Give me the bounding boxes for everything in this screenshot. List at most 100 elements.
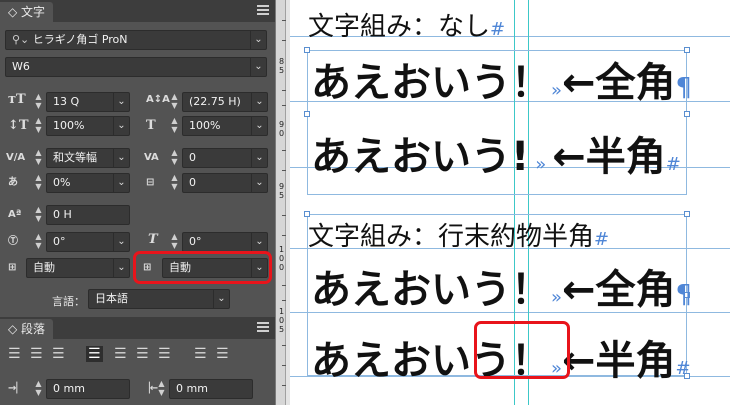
section2-heading: 文字組み：行末約物半角#	[308, 222, 610, 252]
frame-handle[interactable]	[304, 111, 310, 117]
chevron-down-icon[interactable]: ⌄	[213, 290, 229, 308]
chevron-down-icon[interactable]: ⌄	[251, 117, 267, 135]
grid-field[interactable]: 0 ⌄	[182, 173, 268, 193]
vertical-ruler: 8 5 9 0 9 5 1 0 0 1 0 5	[275, 0, 286, 405]
alignment-buttons: ☰ ☰ ☰ ☰ ☰ ☰ ☰ ☰ ☰	[8, 346, 268, 364]
aki-before-icon: ⊞	[8, 262, 17, 273]
s1-line1: あえおいう！»←全角¶	[311, 60, 693, 106]
grid-stepper[interactable]: ▲ ▼	[169, 173, 180, 193]
align-spine-icon[interactable]: ☰	[194, 346, 207, 362]
grid-icon: ⊟	[146, 177, 155, 188]
baseline-shift-stepper[interactable]: ▲ ▼	[33, 205, 44, 225]
font-family-dropdown[interactable]: ⚲⌄ ヒラギノ角ゴ ProN ⌄	[5, 30, 267, 50]
font-size-icon: ᴛT	[8, 92, 26, 107]
align-center-icon[interactable]: ☰	[30, 346, 43, 362]
tracking-field[interactable]: 0 ⌄	[182, 148, 268, 168]
size-field[interactable]: 13 Q ⌄	[46, 92, 130, 112]
leading-field[interactable]: (22.75 H) ⌄	[182, 92, 268, 112]
kerning-stepper[interactable]: ▲ ▼	[33, 148, 44, 168]
rotation-field[interactable]: 0° ⌄	[46, 232, 130, 252]
left-indent-icon: →▏	[8, 383, 25, 394]
rotation-stepper[interactable]: ▲ ▼	[33, 232, 44, 252]
right-indent-stepper[interactable]: ▲ ▼	[156, 379, 167, 399]
ruler-label: 1	[278, 307, 285, 316]
chevron-down-icon[interactable]: ⌄	[250, 31, 266, 49]
horizontal-scale-field[interactable]: 100% ⌄	[182, 116, 268, 136]
ruler-label: 0	[278, 316, 285, 325]
panel-menu-icon[interactable]	[257, 322, 269, 332]
ruler-label: 0	[278, 254, 285, 263]
chevron-down-icon[interactable]: ⌄	[250, 58, 266, 76]
ruler-label: 5	[278, 191, 285, 200]
chevron-down-icon[interactable]: ⌄	[113, 117, 129, 135]
character-panel: ◇ 文字 ⚲⌄ ヒラギノ角ゴ ProN ⌄ W6 ⌄ ᴛT ▲ ▼ 13 Q ⌄ …	[0, 0, 275, 405]
vertical-scale-icon: ↕T	[8, 118, 29, 133]
ruler-label: 0	[278, 129, 285, 138]
highlight-aki-after	[133, 251, 272, 284]
vertical-scale-stepper[interactable]: ▲ ▼	[33, 116, 44, 136]
language-dropdown[interactable]: 日本語 ⌄	[88, 289, 230, 309]
chevron-down-icon[interactable]: ⌄	[113, 149, 129, 167]
chevron-down-icon[interactable]: ⌄	[251, 174, 267, 192]
leading-icon: A↕A	[146, 94, 170, 105]
ruler-label: 5	[278, 325, 285, 334]
ruler-label: 9	[278, 182, 285, 191]
align-right-icon[interactable]: ☰	[52, 346, 65, 362]
baseline-shift-field[interactable]: 0 H	[46, 205, 130, 225]
tracking-stepper[interactable]: ▲ ▼	[169, 148, 180, 168]
font-style-dropdown[interactable]: W6 ⌄	[5, 57, 267, 77]
ruler-label: 0	[278, 263, 285, 272]
tsume-icon: あ	[8, 177, 18, 188]
size-stepper[interactable]: ▲ ▼	[33, 92, 44, 112]
ruler-label: 5	[278, 66, 285, 75]
paragraph-panel-tabbar: ◇ 段落	[0, 317, 275, 339]
chevron-down-icon[interactable]: ⌄	[251, 233, 267, 251]
ruler-label: 1	[278, 245, 285, 254]
section1-heading: 文字組み：なし#	[308, 12, 506, 42]
tab-paragraph[interactable]: ◇ 段落	[0, 319, 54, 339]
tsume-field[interactable]: 0% ⌄	[46, 173, 130, 193]
justify-center-icon[interactable]: ☰	[114, 346, 127, 362]
tracking-icon: VA	[144, 152, 159, 163]
chevron-down-icon[interactable]: ⌄	[251, 93, 267, 111]
frame-handle[interactable]	[304, 47, 310, 53]
justify-left-icon[interactable]: ☰	[86, 346, 103, 362]
frame-handle[interactable]	[684, 211, 690, 217]
skew-stepper[interactable]: ▲ ▼	[169, 232, 180, 252]
highlight-half-width-punctuation	[474, 321, 570, 379]
s1-line2: あえおいう!» ←半角#	[311, 134, 681, 180]
vertical-scale-field[interactable]: 100% ⌄	[46, 116, 130, 136]
tab-character[interactable]: ◇ 文字	[0, 2, 54, 22]
align-left-icon[interactable]: ☰	[8, 346, 21, 362]
chevron-down-icon[interactable]: ⌄	[113, 93, 129, 111]
panel-menu-icon[interactable]	[257, 5, 269, 15]
chevron-down-icon[interactable]: ⌄	[113, 174, 129, 192]
search-icon: ⚲⌄	[12, 33, 33, 46]
s2-line1: あえおいう！»←全角¶	[311, 267, 693, 313]
pasteboard-gap	[286, 0, 290, 405]
left-indent-stepper[interactable]: ▲ ▼	[33, 379, 44, 399]
horizontal-scale-icon: T	[146, 118, 156, 133]
chevron-down-icon[interactable]: ⌄	[113, 259, 129, 277]
chevron-down-icon[interactable]: ⌄	[113, 233, 129, 251]
chevron-down-icon[interactable]: ⌄	[251, 149, 267, 167]
skew-field[interactable]: 0° ⌄	[182, 232, 268, 252]
rotation-icon: Ⓣ	[8, 236, 18, 247]
kerning-icon: V/A	[6, 152, 26, 163]
leading-stepper[interactable]: ▲ ▼	[169, 92, 180, 112]
left-indent-field[interactable]: 0 mm	[46, 379, 130, 399]
language-label: 言語：	[52, 295, 85, 308]
justify-right-icon[interactable]: ☰	[136, 346, 149, 362]
ruler-label: 8	[278, 57, 285, 66]
tsume-stepper[interactable]: ▲ ▼	[33, 173, 44, 193]
frame-handle[interactable]	[684, 111, 690, 117]
ruler-label: 9	[278, 120, 285, 129]
kerning-field[interactable]: 和文等幅 ⌄	[46, 148, 130, 168]
baseline-shift-icon: Aª	[8, 209, 22, 220]
horizontal-scale-stepper[interactable]: ▲ ▼	[169, 116, 180, 136]
justify-all-icon[interactable]: ☰	[158, 346, 171, 362]
align-away-spine-icon[interactable]: ☰	[216, 346, 229, 362]
skew-icon: T	[148, 232, 158, 247]
aki-before-dropdown[interactable]: 自動 ⌄	[26, 258, 130, 278]
right-indent-field[interactable]: 0 mm	[169, 379, 253, 399]
